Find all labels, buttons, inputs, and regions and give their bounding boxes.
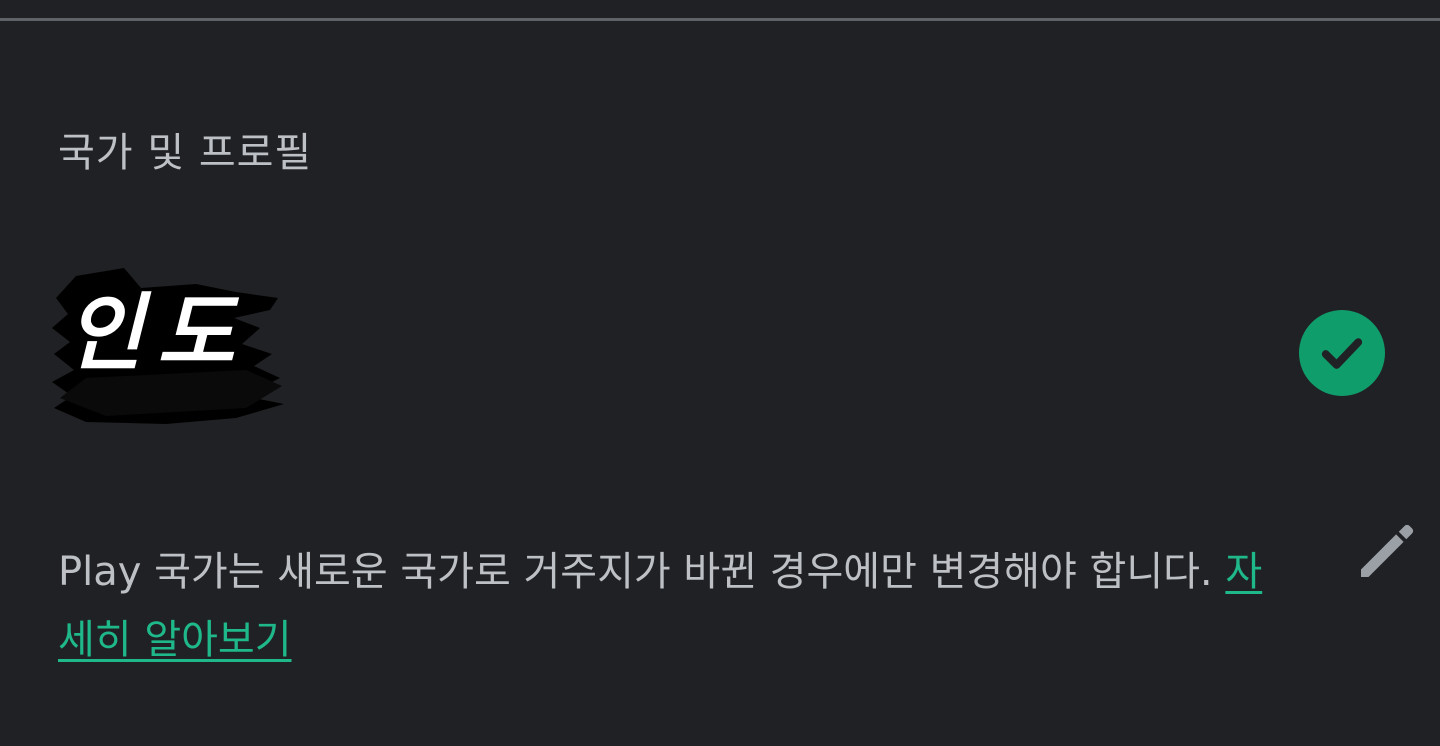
- check-circle-icon: [1299, 310, 1385, 396]
- info-text: Play 국가는 새로운 국가로 거주지가 바뀐 경우에만 변경해야 합니다. …: [58, 538, 1288, 674]
- info-text-body: Play 국가는 새로운 국가로 거주지가 바뀐 경우에만 변경해야 합니다.: [58, 549, 1226, 595]
- section-title: 국가 및 프로필: [58, 130, 313, 176]
- pencil-icon[interactable]: [1352, 514, 1424, 586]
- top-divider: [0, 18, 1440, 21]
- country-name: 인도: [66, 283, 249, 382]
- country-row[interactable]: 인도: [0, 250, 1440, 450]
